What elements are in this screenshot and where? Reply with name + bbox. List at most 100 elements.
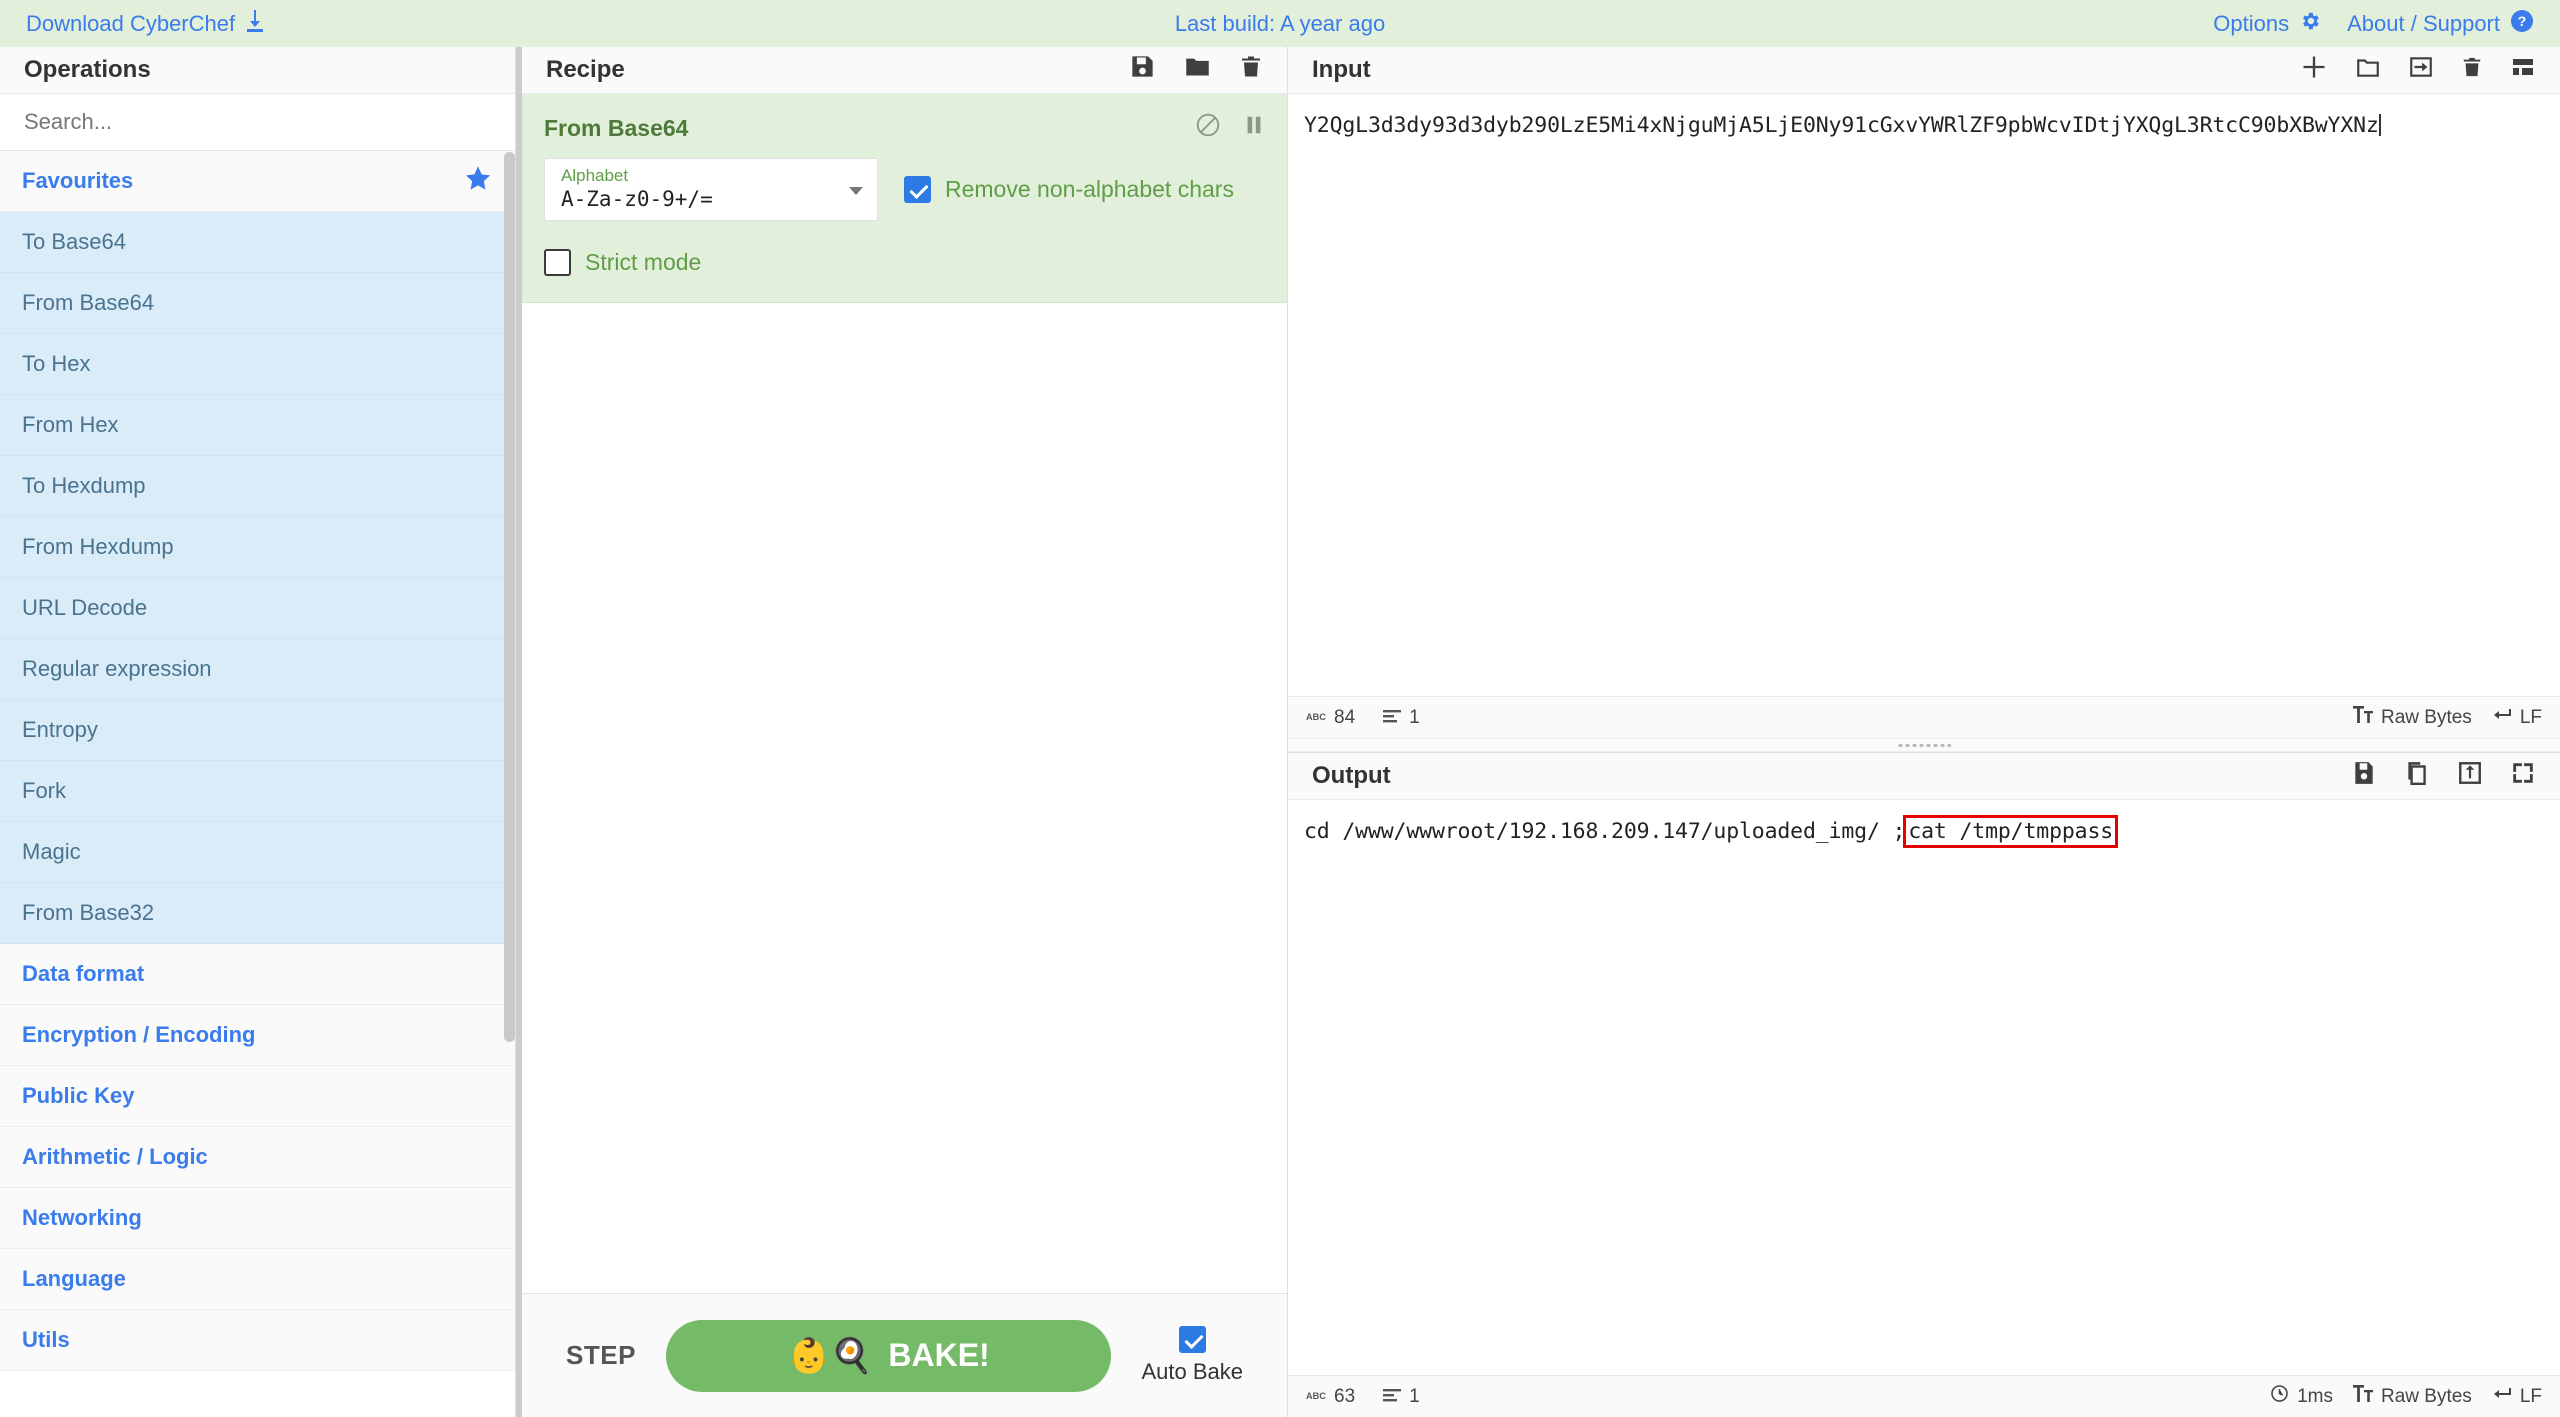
operation-item-3[interactable]: From Hex (0, 395, 515, 456)
recipe-operations-list[interactable]: From Base64 Alphabet A-Za-z0-9+/= Remove… (522, 94, 1287, 1293)
save-icon[interactable] (2351, 760, 2377, 793)
pause-icon[interactable] (1243, 112, 1265, 144)
recipe-operation-name: From Base64 (544, 114, 689, 141)
operation-item-1[interactable]: From Base64 (0, 273, 515, 334)
lines-icon (1383, 1386, 1402, 1408)
layout-icon[interactable] (2510, 55, 2536, 86)
move-to-input-icon[interactable] (2457, 760, 2483, 793)
operation-label: Entropy (22, 717, 98, 742)
input-textarea[interactable]: Y2QgL3d3dy93d3dyb290LzE5Mi4xNjguMjA5LjE0… (1288, 94, 2560, 696)
trash-icon[interactable] (1239, 53, 1263, 87)
operation-item-8[interactable]: Entropy (0, 700, 515, 761)
star-icon[interactable] (463, 164, 493, 199)
options-link[interactable]: Options (2213, 10, 2321, 38)
copy-icon[interactable] (2404, 760, 2430, 793)
operations-scrollbar[interactable] (504, 152, 515, 1042)
category-encryption-encoding[interactable]: Encryption / Encoding (0, 1005, 515, 1066)
remove-nonalphabet-checkbox[interactable] (904, 176, 931, 203)
auto-bake-label: Auto Bake (1141, 1359, 1243, 1384)
strict-mode-checkbox[interactable] (544, 249, 571, 276)
category-label: Public Key (22, 1083, 135, 1108)
category-networking[interactable]: Networking (0, 1188, 515, 1249)
bake-button[interactable]: 👶‍🍳 BAKE! (665, 1319, 1112, 1392)
trash-icon[interactable] (2461, 54, 2483, 87)
auto-bake-toggle[interactable]: Auto Bake (1141, 1326, 1243, 1385)
operation-item-6[interactable]: URL Decode (0, 578, 515, 639)
download-label: Download CyberChef (26, 10, 236, 36)
output-length: ABC 63 (1306, 1386, 1355, 1408)
category-label: Arithmetic / Logic (22, 1144, 208, 1169)
output-lines: 1 (1383, 1386, 1420, 1408)
output-encoding[interactable]: Raw Bytes (2353, 1385, 2472, 1408)
operation-item-5[interactable]: From Hexdump (0, 517, 515, 578)
category-arithmetic-logic[interactable]: Arithmetic / Logic (0, 1127, 515, 1188)
operation-item-10[interactable]: Magic (0, 822, 515, 883)
open-folder-icon[interactable] (2355, 54, 2381, 87)
operation-item-9[interactable]: Fork (0, 761, 515, 822)
save-icon[interactable] (1129, 53, 1156, 87)
operation-label: URL Decode (22, 595, 148, 620)
folder-icon[interactable] (1183, 53, 1212, 87)
recipe-panel: Recipe From Base64 Alphabet A-Za-z0-9+/=… (522, 47, 1288, 1417)
category-utils[interactable]: Utils (0, 1310, 515, 1371)
input-title-text: Input (1312, 56, 1371, 83)
remove-nonalphabet-label: Remove non-alphabet chars (945, 176, 1234, 202)
category-label: Language (22, 1266, 126, 1291)
alphabet-label: Alphabet (561, 165, 629, 185)
category-label: Encryption / Encoding (22, 1022, 256, 1047)
input-lines-value: 1 (1409, 706, 1420, 728)
operation-item-2[interactable]: To Hex (0, 334, 515, 395)
alphabet-dropdown[interactable]: Alphabet A-Za-z0-9+/= (544, 158, 878, 221)
about-support-link[interactable]: About / Support ? (2347, 9, 2534, 39)
operation-item-11[interactable]: From Base32 (0, 883, 515, 944)
question-circle-icon: ? (2510, 9, 2534, 39)
output-eol[interactable]: LF (2492, 1386, 2542, 1408)
text-cursor (2378, 114, 2381, 136)
output-encoding-value: Raw Bytes (2381, 1385, 2472, 1407)
remove-nonalphabet-checkbox-row[interactable]: Remove non-alphabet chars (904, 176, 1234, 203)
step-button[interactable]: STEP (566, 1340, 636, 1371)
operation-item-7[interactable]: Regular expression (0, 639, 515, 700)
chevron-down-icon[interactable] (849, 186, 863, 195)
operation-label: To Hexdump (22, 473, 146, 498)
input-eol[interactable]: LF (2492, 707, 2542, 729)
maximise-icon[interactable] (2510, 760, 2536, 793)
operation-label: To Hex (22, 351, 91, 376)
svg-text:ABC: ABC (1306, 712, 1326, 722)
operations-list: Favourites To Base64 From Base64 To Hex … (0, 151, 515, 1417)
font-icon (2353, 706, 2373, 729)
output-text-plain: cd /www/wwwroot/192.168.209.147/uploaded… (1304, 819, 1906, 844)
top-banner: Download CyberChef Last build: A year ag… (0, 0, 2560, 47)
output-bake-time: 1ms (2270, 1384, 2333, 1409)
output-panel: Output cd /www/wwwroot/192.168.209.147/u… (1288, 753, 2560, 1417)
output-title-text: Output (1312, 762, 1391, 789)
operation-label: From Base64 (22, 290, 155, 315)
bake-controls-bar: STEP 👶‍🍳 BAKE! Auto Bake (522, 1293, 1287, 1417)
io-splitter[interactable] (1288, 738, 2560, 752)
category-public-key[interactable]: Public Key (0, 1066, 515, 1127)
grip-dots-icon (1897, 742, 1951, 748)
strict-mode-checkbox-row[interactable]: Strict mode (544, 249, 1265, 276)
add-tab-icon[interactable] (2300, 53, 2328, 88)
input-length-value: 84 (1334, 706, 1356, 728)
download-cyberchef-link[interactable]: Download CyberChef (26, 9, 265, 38)
operation-label: From Hex (22, 412, 119, 437)
output-textarea[interactable]: cd /www/wwwroot/192.168.209.147/uploaded… (1288, 800, 2560, 1375)
operation-item-0[interactable]: To Base64 (0, 212, 515, 273)
input-title: Input (1288, 47, 2560, 94)
category-data-format[interactable]: Data format (0, 944, 515, 1005)
recipe-operation-from-base64[interactable]: From Base64 Alphabet A-Za-z0-9+/= Remove… (522, 94, 1287, 303)
chef-icon: 👶‍🍳 (787, 1336, 873, 1375)
open-file-icon[interactable] (2408, 54, 2434, 87)
search-input[interactable] (0, 94, 515, 151)
operation-label: From Hexdump (22, 534, 174, 559)
favourites-category-header[interactable]: Favourites (0, 151, 515, 212)
category-language[interactable]: Language (0, 1249, 515, 1310)
step-label: STEP (566, 1340, 636, 1370)
operation-item-4[interactable]: To Hexdump (0, 456, 515, 517)
auto-bake-checkbox[interactable] (1178, 1326, 1206, 1353)
input-encoding[interactable]: Raw Bytes (2353, 706, 2472, 729)
disable-icon[interactable] (1195, 112, 1221, 144)
io-panel: Input Y2QgL3d3dy93d3dyb290LzE5Mi4xNjguMj… (1288, 47, 2560, 1417)
options-label: Options (2213, 10, 2290, 36)
